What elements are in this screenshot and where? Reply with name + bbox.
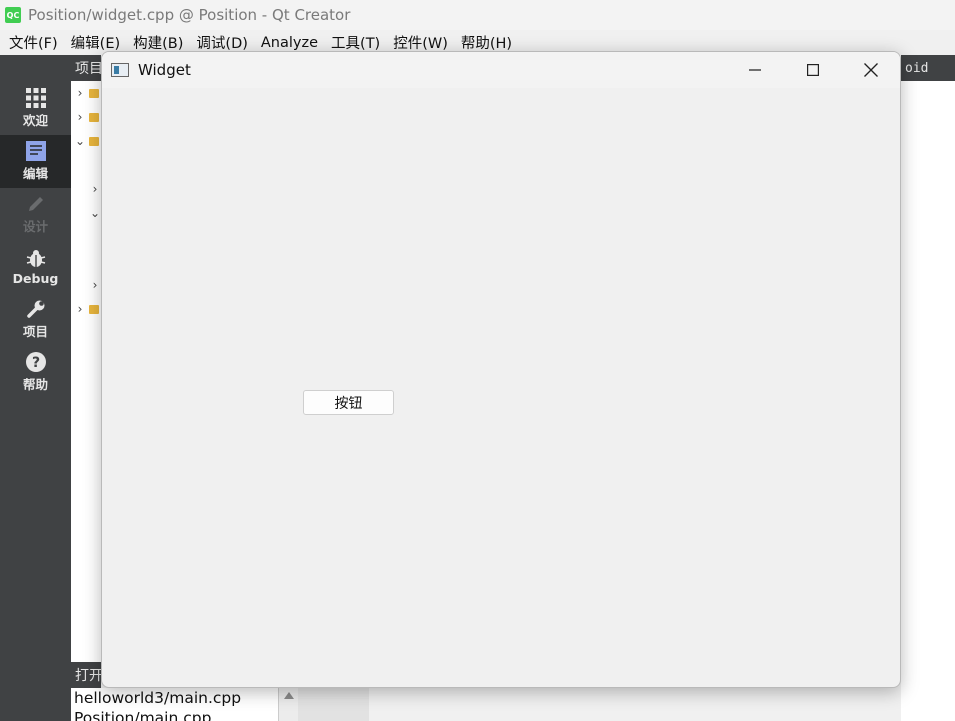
open-file-item[interactable]: Position/main.cpp	[71, 708, 278, 721]
document-icon	[25, 141, 46, 161]
mode-welcome[interactable]: 欢迎	[0, 82, 71, 135]
open-file-item[interactable]: helloworld3/main.cpp	[71, 688, 278, 708]
mode-projects[interactable]: 项目	[0, 293, 71, 346]
pencil-icon	[28, 197, 43, 211]
chevron-down-icon[interactable]: ⌄	[89, 206, 101, 220]
folder-icon	[89, 88, 99, 98]
minimize-button[interactable]	[726, 52, 784, 88]
tree-row[interactable]: ›	[71, 105, 101, 129]
mode-label: 项目	[22, 324, 48, 339]
menu-edit[interactable]: 编辑(E)	[66, 32, 125, 53]
menu-analyze[interactable]: Analyze	[256, 35, 323, 51]
tree-row[interactable]: ›	[71, 297, 101, 321]
chevron-right-icon[interactable]: ›	[71, 110, 89, 124]
open-files-header: 打开	[71, 662, 101, 688]
mode-label: 帮助	[22, 377, 48, 392]
mode-bar: 欢迎 编辑 设计 Debug 项目 ? 帮助	[0, 55, 71, 721]
open-files-scrollbar[interactable]	[278, 688, 298, 721]
chevron-right-icon[interactable]: ›	[89, 278, 101, 292]
chevron-right-icon[interactable]: ›	[71, 302, 89, 316]
folder-icon	[89, 112, 99, 122]
chevron-right-icon[interactable]: ›	[89, 182, 101, 196]
open-files-list: helloworld3/main.cpp Position/main.cpp	[71, 688, 278, 721]
tree-row[interactable]: ⌄	[71, 201, 101, 225]
tree-row[interactable]: ›	[71, 81, 101, 105]
push-button[interactable]: 按钮	[303, 390, 394, 415]
grid-icon	[25, 88, 46, 108]
qt-creator-logo-icon: QC	[5, 7, 21, 23]
bug-icon	[26, 250, 45, 267]
menu-help[interactable]: 帮助(H)	[456, 32, 517, 53]
menu-tools[interactable]: 工具(T)	[326, 32, 385, 53]
tree-row[interactable]: ›	[71, 177, 101, 201]
mode-debug[interactable]: Debug	[0, 241, 71, 294]
mode-design[interactable]: 设计	[0, 188, 71, 241]
menu-debug[interactable]: 调试(D)	[191, 32, 252, 53]
help-icon: ?	[25, 352, 46, 372]
svg-text:?: ?	[31, 355, 39, 371]
app-title: Position/widget.cpp @ Position - Qt Crea…	[28, 6, 351, 24]
chevron-right-icon[interactable]: ›	[71, 86, 89, 100]
widget-title: Widget	[138, 61, 191, 79]
app-titlebar: QC Position/widget.cpp @ Position - Qt C…	[0, 0, 955, 30]
menu-build[interactable]: 构建(B)	[128, 32, 188, 53]
editor-area[interactable]	[901, 81, 955, 721]
project-tree: › › ⌄ › ⌄ › ›	[71, 81, 101, 662]
widget-window: Widget 按钮	[101, 51, 901, 688]
maximize-icon	[807, 64, 819, 76]
bottom-strip	[298, 688, 369, 721]
editor-toolbar: oid	[901, 55, 955, 81]
maximize-button[interactable]	[784, 52, 842, 88]
menu-file[interactable]: 文件(F)	[4, 32, 63, 53]
minimize-icon	[749, 69, 761, 71]
mode-label: Debug	[12, 271, 59, 286]
menu-controls[interactable]: 控件(W)	[388, 32, 453, 53]
mode-label: 设计	[22, 219, 48, 234]
wrench-icon	[26, 300, 44, 318]
mode-help[interactable]: ? 帮助	[0, 346, 71, 399]
close-button[interactable]	[842, 52, 900, 88]
close-icon	[864, 63, 878, 77]
mode-label: 编辑	[22, 166, 48, 181]
scroll-up-arrow-icon[interactable]	[283, 692, 294, 699]
folder-icon	[89, 304, 99, 314]
widget-titlebar[interactable]: Widget	[102, 52, 900, 88]
window-app-icon	[111, 63, 129, 77]
chevron-down-icon[interactable]: ⌄	[71, 134, 89, 148]
folder-icon	[89, 136, 99, 146]
mode-edit[interactable]: 编辑	[0, 135, 71, 188]
projects-panel-header: 项目	[71, 55, 101, 81]
tree-row[interactable]: ›	[71, 273, 101, 297]
mode-label: 欢迎	[22, 113, 48, 128]
tree-row[interactable]: ⌄	[71, 129, 101, 153]
